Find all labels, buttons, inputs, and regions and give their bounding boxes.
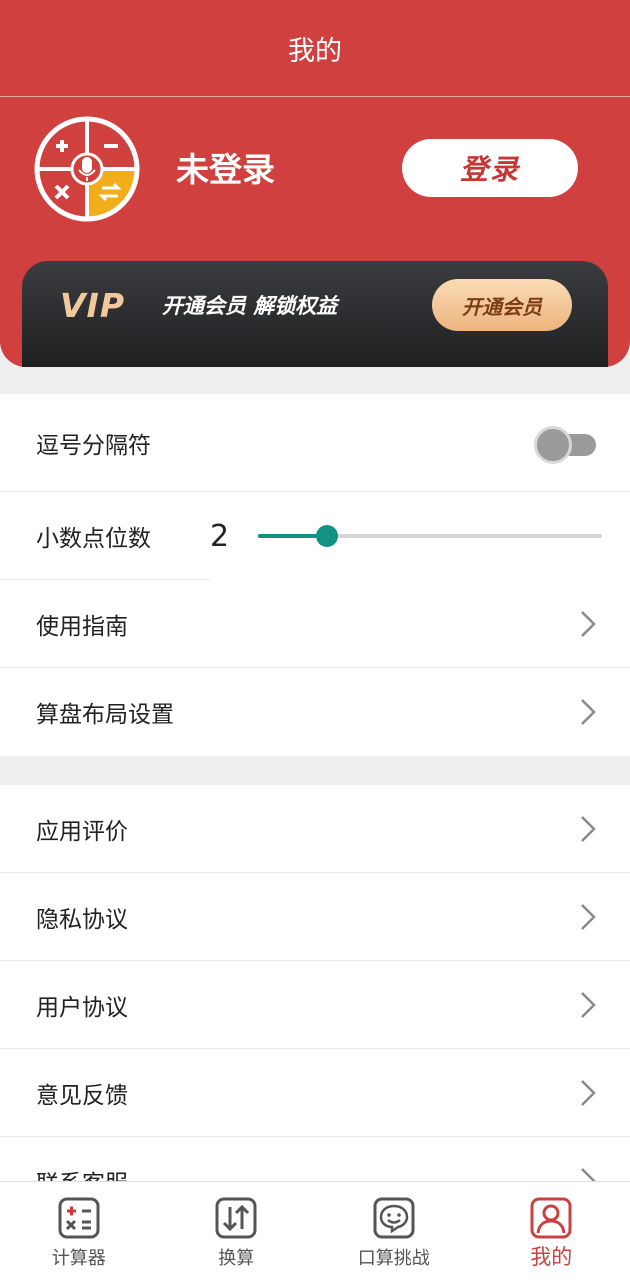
calculator-icon — [58, 1197, 100, 1239]
nav-calculator-label: 计算器 — [51, 1248, 106, 1269]
vip-banner[interactable]: VIP 开通会员 解锁权益 开通会员 — [22, 261, 608, 367]
setting-row-guide[interactable]: 使用指南 — [0, 580, 630, 668]
chevron-right-icon — [581, 699, 596, 725]
setting-row-comma-separator: 逗号分隔符 — [0, 394, 630, 492]
user-icon — [530, 1197, 572, 1239]
chevron-right-icon — [581, 1079, 596, 1106]
about-row-contact[interactable]: 联系客服 — [0, 1137, 630, 1185]
about-row-rating[interactable]: 应用评价 — [0, 785, 630, 873]
page-title: 我的 — [288, 35, 342, 67]
vip-slogan: 开通会员 解锁权益 — [162, 294, 338, 318]
nav-mine-label: 我的 — [530, 1245, 573, 1269]
chevron-right-icon — [581, 815, 596, 842]
login-button[interactable]: 登录 — [402, 139, 578, 197]
convert-icon — [215, 1197, 257, 1239]
app-logo-icon — [34, 116, 140, 222]
challenge-icon — [373, 1197, 415, 1239]
bottom-nav: 计算器 换算 口算挑战 我的 — [0, 1181, 630, 1280]
chevron-right-icon — [581, 991, 596, 1018]
comma-separator-toggle[interactable] — [534, 424, 596, 464]
about-row-privacy[interactable]: 隐私协议 — [0, 873, 630, 961]
login-status: 未登录 — [176, 150, 275, 189]
guide-label: 使用指南 — [36, 613, 128, 640]
decimal-places-slider[interactable] — [258, 525, 602, 547]
setting-row-layout[interactable]: 算盘布局设置 — [0, 668, 630, 756]
nav-convert[interactable]: 换算 — [158, 1182, 316, 1280]
feedback-label: 意见反馈 — [36, 1082, 128, 1109]
chevron-right-icon — [581, 903, 596, 930]
setting-row-decimal-places: 小数点位数 2 — [0, 492, 630, 580]
chevron-right-icon — [581, 610, 596, 637]
open-vip-button[interactable]: 开通会员 — [432, 279, 572, 331]
settings-group: 逗号分隔符 小数点位数 2 使用指南 算盘布局设置 — [0, 394, 630, 756]
toggle-knob — [534, 426, 572, 464]
comma-separator-label: 逗号分隔符 — [36, 432, 151, 459]
about-group: 应用评价 隐私协议 用户协议 意见反馈 联系客服 — [0, 785, 630, 1185]
title-bar: 我的 — [0, 0, 630, 97]
nav-convert-label: 换算 — [218, 1248, 255, 1269]
decimal-places-label: 小数点位数 — [36, 526, 151, 552]
rating-label: 应用评价 — [36, 818, 128, 845]
decimal-places-value: 2 — [210, 518, 230, 554]
about-row-user-agreement[interactable]: 用户协议 — [0, 961, 630, 1049]
nav-challenge-label: 口算挑战 — [357, 1248, 430, 1269]
nav-mine[interactable]: 我的 — [473, 1182, 630, 1280]
slider-thumb[interactable] — [315, 525, 338, 547]
vip-logo: VIP — [60, 286, 126, 325]
nav-challenge[interactable]: 口算挑战 — [315, 1182, 473, 1280]
profile-header: 我的 未登录 登录 VIP 开通会员 解锁权益 开通会员 — [0, 0, 630, 367]
nav-calculator[interactable]: 计算器 — [0, 1182, 158, 1280]
user-agreement-label: 用户协议 — [36, 994, 128, 1021]
about-row-feedback[interactable]: 意见反馈 — [0, 1049, 630, 1137]
privacy-label: 隐私协议 — [36, 906, 128, 933]
layout-label: 算盘布局设置 — [36, 702, 174, 728]
